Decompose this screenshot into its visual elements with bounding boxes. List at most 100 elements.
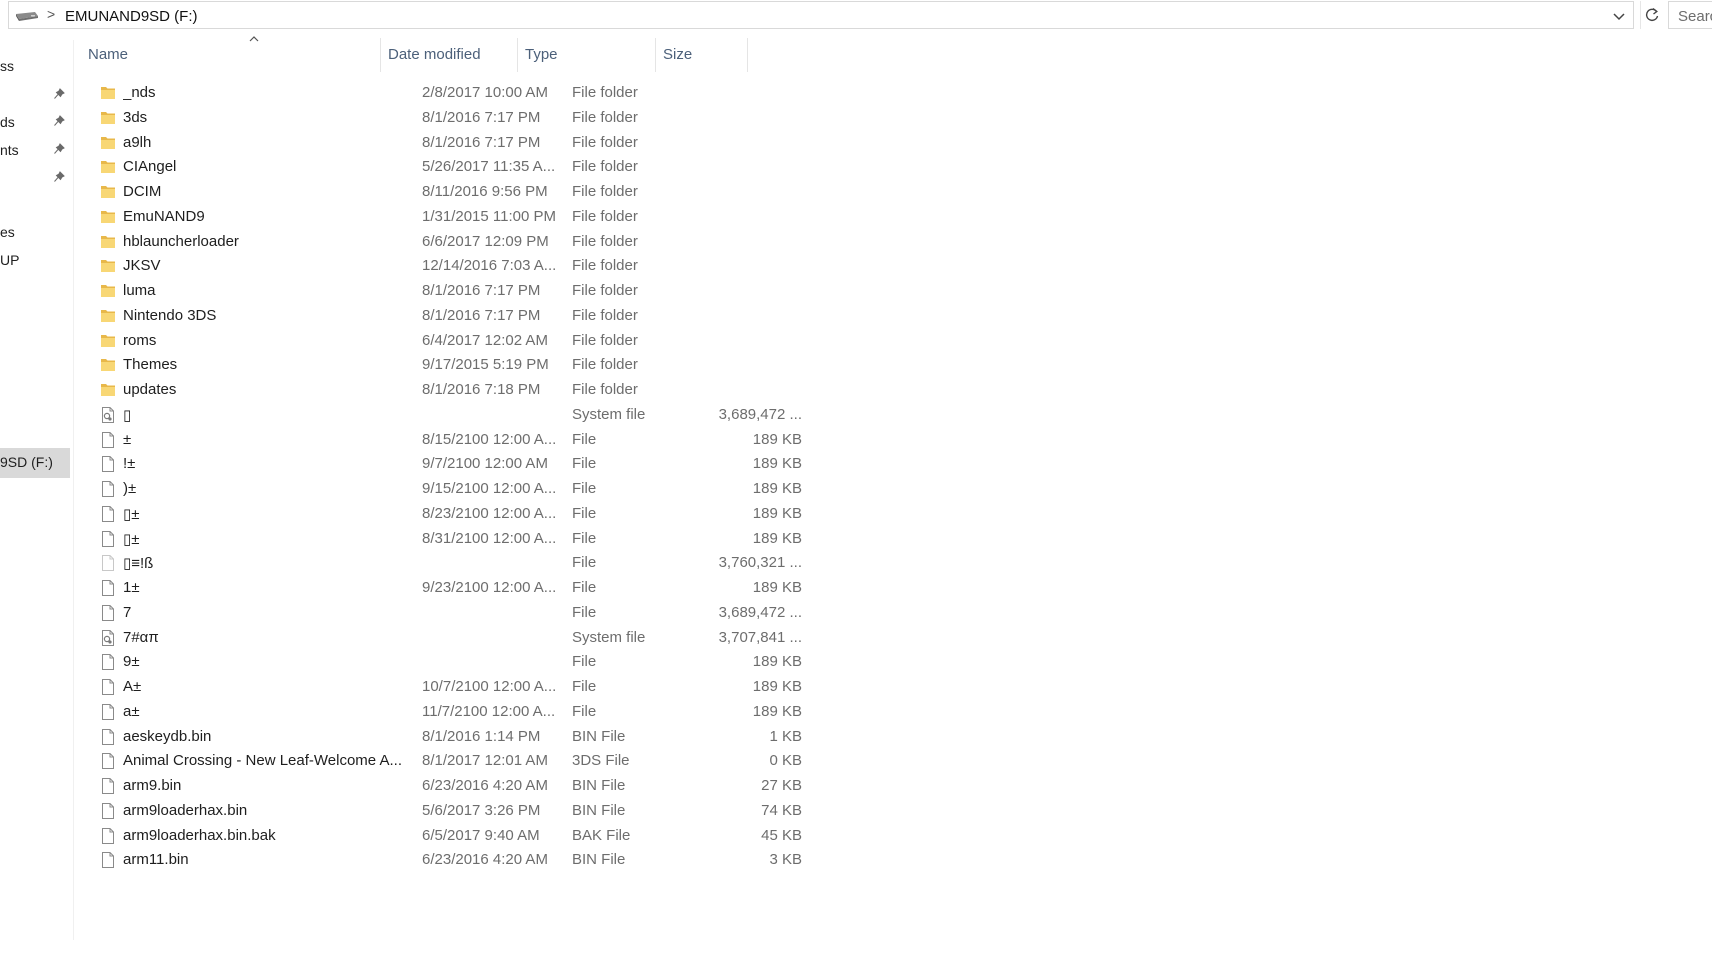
file-row[interactable]: arm11.bin 6/23/2016 4:20 AM BIN File 3 KB xyxy=(90,847,820,874)
file-row[interactable]: 7 File 3,689,472 ... xyxy=(90,600,820,627)
file-type: BIN File xyxy=(572,728,626,745)
file-date-modified: 6/5/2017 9:40 AM xyxy=(422,827,540,844)
file-name: Animal Crossing - New Leaf-Welcome A... xyxy=(123,752,402,769)
file-date-modified: 11/7/2100 12:00 A... xyxy=(422,703,556,720)
folder-row[interactable]: Nintendo 3DS 8/1/2016 7:17 PM File folder xyxy=(90,303,820,330)
file-row[interactable]: ▯≡!ß File 3,760,321 ... xyxy=(90,550,820,577)
file-date-modified: 9/15/2100 12:00 A... xyxy=(422,480,557,497)
pin-icon[interactable] xyxy=(53,88,65,100)
file-row[interactable]: ▯± 8/23/2100 12:00 A... File 189 KB xyxy=(90,501,820,528)
file-size: 189 KB xyxy=(752,579,802,596)
file-row[interactable]: Animal Crossing - New Leaf-Welcome A... 8… xyxy=(90,748,820,775)
file-name: roms xyxy=(123,332,157,349)
folder-row[interactable]: a9lh 8/1/2016 7:17 PM File folder xyxy=(90,130,820,157)
nav-item[interactable]: nts xyxy=(0,142,70,166)
nav-item[interactable]: UP xyxy=(0,252,70,276)
file-name: 9± xyxy=(123,653,140,670)
file-date-modified: 8/1/2016 7:17 PM xyxy=(422,307,541,324)
file-date-modified: 8/1/2017 12:01 AM xyxy=(422,752,548,769)
file-icon xyxy=(102,432,114,448)
file-date-modified: 5/6/2017 3:26 PM xyxy=(422,802,541,819)
file-row[interactable]: 7#απ System file 3,707,841 ... xyxy=(90,625,820,652)
file-row[interactable]: arm9loaderhax.bin.bak 6/5/2017 9:40 AM BAK… xyxy=(90,823,820,850)
refresh-button[interactable] xyxy=(1640,1,1662,29)
file-name: hblauncherloader xyxy=(123,233,239,250)
file-date-modified: 6/6/2017 12:09 PM xyxy=(422,233,549,250)
folder-row[interactable]: _nds 2/8/2017 10:00 AM File folder xyxy=(90,80,820,107)
file-size: 3,707,841 ... xyxy=(718,629,802,646)
file-size: 189 KB xyxy=(752,431,802,448)
file-date-modified: 8/1/2016 7:17 PM xyxy=(422,134,541,151)
nav-item[interactable] xyxy=(0,87,70,111)
file-name: Themes xyxy=(123,356,178,373)
file-row[interactable]: ▯ System file 3,689,472 ... xyxy=(90,402,820,429)
file-date-modified: 8/1/2016 7:18 PM xyxy=(422,381,541,398)
file-icon xyxy=(102,456,114,472)
file-row[interactable]: a± 11/7/2100 12:00 A... File 189 KB xyxy=(90,699,820,726)
nav-item[interactable]: ss xyxy=(0,58,70,82)
folder-row[interactable]: roms 6/4/2017 12:02 AM File folder xyxy=(90,328,820,355)
file-row[interactable]: 1± 9/23/2100 12:00 A... File 189 KB xyxy=(90,575,820,602)
file-name: ▯± xyxy=(123,531,140,548)
folder-row[interactable]: DCIM 8/11/2016 9:56 PM File folder xyxy=(90,179,820,206)
folder-row[interactable]: updates 8/1/2016 7:18 PM File folder xyxy=(90,377,820,404)
nav-item-selected-drive[interactable]: 9SD (F:) xyxy=(0,448,70,478)
folder-icon xyxy=(101,310,115,322)
pin-icon[interactable] xyxy=(53,115,65,127)
file-row[interactable]: ▯± 8/31/2100 12:00 A... File 189 KB xyxy=(90,526,820,553)
file-row[interactable]: )± 9/15/2100 12:00 A... File 189 KB xyxy=(90,476,820,503)
column-separator[interactable] xyxy=(747,38,748,72)
nav-divider xyxy=(73,40,74,940)
column-header-size[interactable]: Size xyxy=(655,38,747,72)
file-row[interactable]: A± 10/7/2100 12:00 A... File 189 KB xyxy=(90,674,820,701)
file-type: File xyxy=(572,505,597,522)
file-type: 3DS File xyxy=(572,752,630,769)
nav-item[interactable] xyxy=(0,170,70,194)
file-size: 1 KB xyxy=(769,728,802,745)
folder-row[interactable]: EmuNAND9 1/31/2015 11:00 PM File folder xyxy=(90,204,820,231)
file-type: File folder xyxy=(572,307,638,324)
pin-icon[interactable] xyxy=(53,143,65,155)
column-header-date-modified[interactable]: Date modified xyxy=(380,38,517,72)
breadcrumb-separator-icon[interactable]: > xyxy=(47,6,55,22)
folder-row[interactable]: Themes 9/17/2015 5:19 PM File folder xyxy=(90,352,820,379)
file-row[interactable]: aeskeydb.bin 8/1/2016 1:14 PM BIN File 1 KB xyxy=(90,724,820,751)
folder-icon xyxy=(101,359,115,371)
breadcrumb-drive[interactable]: EMUNAND9SD (F:) xyxy=(65,8,198,25)
file-name: JKSV xyxy=(123,257,161,274)
file-date-modified: 1/31/2015 11:00 PM xyxy=(422,208,556,225)
file-date-modified: 9/17/2015 5:19 PM xyxy=(422,356,549,373)
file-icon xyxy=(102,605,114,621)
file-row[interactable]: arm9.bin 6/23/2016 4:20 AM BIN File 27 KB xyxy=(90,773,820,800)
folder-row[interactable]: JKSV 12/14/2016 7:03 A... File folder xyxy=(90,253,820,280)
folder-row[interactable]: CIAngel 5/26/2017 11:35 A... File folder xyxy=(90,154,820,181)
file-name: EmuNAND9 xyxy=(123,208,205,225)
chevron-down-icon[interactable] xyxy=(1612,9,1626,23)
file-row[interactable]: 9± File 189 KB xyxy=(90,649,820,676)
file-row[interactable]: !± 9/7/2100 12:00 AM File 189 KB xyxy=(90,451,820,478)
file-size: 189 KB xyxy=(752,678,802,695)
file-date-modified: 8/1/2016 1:14 PM xyxy=(422,728,541,745)
pin-icon[interactable] xyxy=(53,171,65,183)
file-row[interactable]: arm9loaderhax.bin 5/6/2017 3:26 PM BIN Fil… xyxy=(90,798,820,825)
file-name: arm9loaderhax.bin.bak xyxy=(123,827,276,844)
address-bar[interactable]: > EMUNAND9SD (F:) xyxy=(8,1,1634,29)
drive-icon xyxy=(16,12,38,21)
column-header-name[interactable]: Name xyxy=(80,38,380,72)
folder-icon xyxy=(101,186,115,198)
column-header-type[interactable]: Type xyxy=(517,38,655,72)
file-type: File xyxy=(572,653,597,670)
file-size: 45 KB xyxy=(761,827,802,844)
search-input[interactable]: Search xyxy=(1668,1,1712,29)
file-size: 189 KB xyxy=(752,703,802,720)
nav-item-label: ds xyxy=(0,114,15,130)
file-row[interactable]: ±8/15/2100 12:00 A... File 189 KB xyxy=(90,427,820,454)
file-type: File folder xyxy=(572,332,638,349)
folder-row[interactable]: luma 8/1/2016 7:17 PM File folder xyxy=(90,278,820,305)
navigation-pane: ss ds nts es UP 9SD (F:) xyxy=(0,32,72,955)
nav-item[interactable]: es xyxy=(0,224,70,248)
folder-row[interactable]: 3ds 8/1/2016 7:17 PM File folder xyxy=(90,105,820,132)
file-type: File xyxy=(572,431,597,448)
nav-item[interactable]: ds xyxy=(0,114,70,138)
folder-row[interactable]: hblauncherloader 6/6/2017 12:09 PM File fo… xyxy=(90,229,820,256)
